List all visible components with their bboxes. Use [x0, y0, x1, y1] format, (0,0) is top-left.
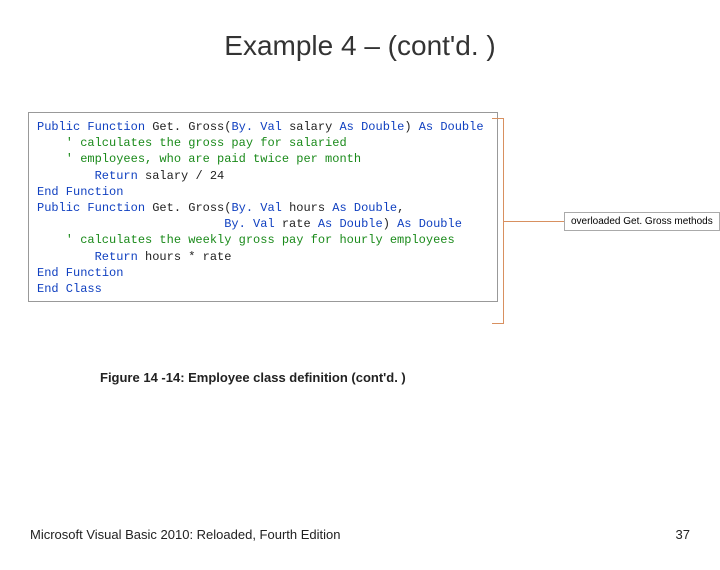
callout-overloaded: overloaded Get. Gross methods: [564, 212, 720, 231]
code-line: Return hours * rate: [37, 249, 489, 265]
keyword: Double: [332, 217, 382, 231]
code-text: salary / 24: [138, 169, 224, 183]
callout-connector: [504, 221, 564, 222]
keyword: Function: [59, 185, 124, 199]
keyword: By. Val: [231, 201, 281, 215]
keyword: By. Val: [37, 217, 275, 231]
code-listing: Public Function Get. Gross(By. Val salar…: [28, 112, 498, 302]
keyword: Double: [347, 201, 397, 215]
code-text: ): [404, 120, 418, 134]
keyword: Function: [80, 120, 145, 134]
keyword: Function: [59, 266, 124, 280]
code-line: Public Function Get. Gross(By. Val salar…: [37, 119, 489, 135]
keyword: Double: [354, 120, 404, 134]
code-text: salary: [282, 120, 340, 134]
code-line: End Class: [37, 281, 489, 297]
code-text: Get. Gross(: [145, 201, 231, 215]
keyword: Return: [37, 250, 138, 264]
keyword: Function: [80, 201, 145, 215]
code-text: Get. Gross(: [145, 120, 231, 134]
code-line: End Function: [37, 184, 489, 200]
code-line: End Function: [37, 265, 489, 281]
keyword: As: [397, 217, 411, 231]
keyword: As: [419, 120, 433, 134]
keyword: Double: [433, 120, 483, 134]
code-text: ): [383, 217, 397, 231]
code-text: ,: [397, 201, 404, 215]
keyword: As: [339, 120, 353, 134]
keyword: End: [37, 282, 59, 296]
figure-caption: Figure 14 -14: Employee class definition…: [100, 370, 406, 385]
code-comment: ' calculates the weekly gross pay for ho…: [37, 232, 489, 248]
code-line: By. Val rate As Double) As Double: [37, 216, 489, 232]
keyword: Class: [59, 282, 102, 296]
slide-title: Example 4 – (cont'd. ): [0, 30, 720, 62]
code-text: hours * rate: [138, 250, 232, 264]
keyword: By. Val: [231, 120, 281, 134]
code-line: Return salary / 24: [37, 168, 489, 184]
code-comment: ' calculates the gross pay for salaried: [37, 135, 489, 151]
code-line: Public Function Get. Gross(By. Val hours…: [37, 200, 489, 216]
keyword: End: [37, 185, 59, 199]
keyword: As: [332, 201, 346, 215]
keyword: Public: [37, 201, 80, 215]
keyword: Double: [412, 217, 462, 231]
code-text: rate: [275, 217, 318, 231]
keyword: Public: [37, 120, 80, 134]
keyword: End: [37, 266, 59, 280]
keyword: Return: [37, 169, 138, 183]
keyword: As: [318, 217, 332, 231]
code-text: hours: [282, 201, 332, 215]
code-comment: ' employees, who are paid twice per mont…: [37, 151, 489, 167]
